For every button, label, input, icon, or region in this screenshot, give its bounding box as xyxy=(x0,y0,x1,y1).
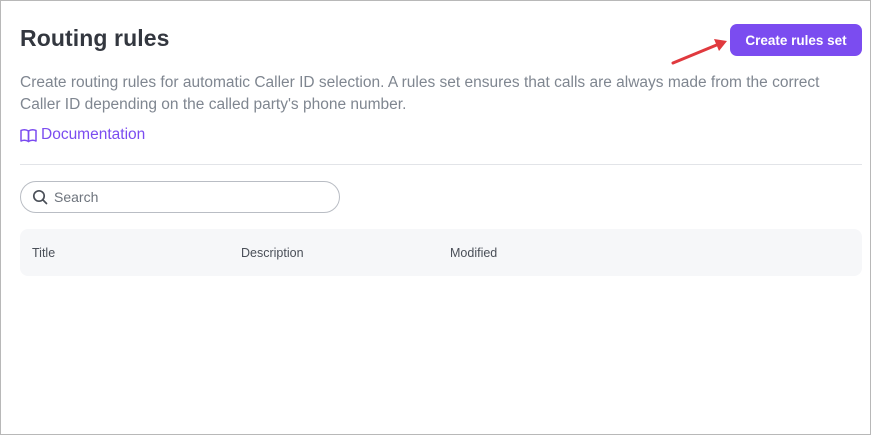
column-header-modified[interactable]: Modified xyxy=(450,246,497,260)
annotation-arrow xyxy=(671,39,727,65)
page-title: Routing rules xyxy=(20,25,170,51)
documentation-link[interactable]: Documentation xyxy=(20,126,145,144)
page-description: Create routing rules for automatic Calle… xyxy=(20,74,820,113)
search-box[interactable] xyxy=(20,181,340,213)
search-icon xyxy=(32,189,48,205)
column-header-title[interactable]: Title xyxy=(32,246,55,260)
create-rules-set-button[interactable]: Create rules set xyxy=(730,24,862,56)
search-input[interactable] xyxy=(54,189,314,205)
documentation-link-label: Documentation xyxy=(41,126,146,143)
divider xyxy=(20,164,862,165)
book-icon xyxy=(20,128,37,142)
column-header-description[interactable]: Description xyxy=(241,246,304,260)
page-frame: Routing rules Create rules set Create ro… xyxy=(0,0,871,435)
table-header: Title Description Modified xyxy=(20,229,862,276)
